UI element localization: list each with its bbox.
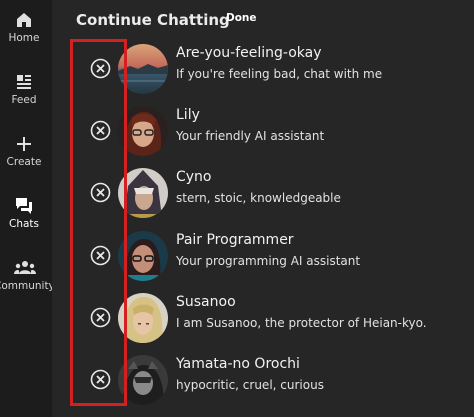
blond-warrior-avatar bbox=[118, 293, 168, 343]
close-circle-icon bbox=[90, 182, 111, 203]
chat-row[interactable]: Yamata-no Orochi hypocritic, cruel, curi… bbox=[84, 351, 474, 413]
close-circle-icon bbox=[90, 58, 111, 79]
app-window: Home Feed Create Chats ommunity Continue… bbox=[0, 0, 474, 417]
nav-label-home: Home bbox=[8, 32, 40, 44]
remove-chat-button[interactable] bbox=[90, 245, 111, 266]
chat-description: Your programming AI assistant bbox=[176, 254, 361, 268]
remove-chat-button[interactable] bbox=[90, 369, 111, 390]
remove-chat-button[interactable] bbox=[90, 182, 111, 203]
close-circle-icon bbox=[90, 245, 111, 266]
feed-icon bbox=[14, 72, 34, 92]
chat-row[interactable]: Susanoo I am Susanoo, the protector of H… bbox=[84, 289, 474, 351]
community-icon bbox=[14, 258, 36, 278]
nav-item-home[interactable]: Home bbox=[0, 10, 52, 58]
chat-name: Are-you-feeling-okay bbox=[176, 45, 322, 61]
chat-name: Cyno bbox=[176, 169, 212, 185]
woman-with-glasses-teal-avatar bbox=[118, 231, 168, 281]
chat-row[interactable]: Pair Programmer Your programming AI assi… bbox=[84, 227, 474, 289]
close-circle-icon bbox=[90, 307, 111, 328]
nav-item-chats[interactable]: Chats bbox=[0, 196, 52, 244]
chat-description: I am Susanoo, the protector of Heian-kyo… bbox=[176, 316, 427, 330]
chat-row[interactable]: Cyno stern, stoic, knowledgeable bbox=[84, 164, 474, 226]
chat-bubbles-icon bbox=[14, 196, 34, 216]
sunset-landscape-avatar bbox=[118, 44, 168, 94]
woman-with-glasses-avatar bbox=[118, 106, 168, 156]
plus-icon bbox=[14, 134, 34, 154]
chat-row[interactable]: Are-you-feeling-okay If you're feeling b… bbox=[84, 40, 474, 102]
dark-creature-avatar bbox=[118, 355, 168, 405]
sidebar-nav: Home Feed Create Chats ommunity bbox=[0, 0, 52, 417]
chat-name: Susanoo bbox=[176, 294, 236, 310]
chat-description: stern, stoic, knowledgeable bbox=[176, 191, 341, 205]
done-button[interactable]: Done bbox=[226, 12, 257, 24]
chat-description: If you're feeling bad, chat with me bbox=[176, 67, 383, 81]
page-title: Continue Chatting bbox=[76, 11, 230, 29]
remove-chat-button[interactable] bbox=[90, 120, 111, 141]
chat-name: Lily bbox=[176, 107, 200, 123]
home-icon bbox=[14, 10, 34, 30]
remove-chat-button[interactable] bbox=[90, 58, 111, 79]
nav-item-community[interactable]: Community bbox=[0, 258, 52, 306]
close-circle-icon bbox=[90, 120, 111, 141]
nav-label-create: Create bbox=[6, 156, 42, 168]
nav-label-feed: Feed bbox=[11, 94, 37, 106]
nav-label-chats: Chats bbox=[8, 218, 39, 230]
hooded-character-avatar bbox=[118, 168, 168, 218]
chat-name: Yamata-no Orochi bbox=[176, 356, 300, 372]
chat-description: Your friendly AI assistant bbox=[176, 129, 325, 143]
nav-label-community: Community bbox=[0, 280, 52, 292]
chat-description: hypocritic, cruel, curious bbox=[176, 378, 324, 392]
nav-item-feed[interactable]: Feed bbox=[0, 72, 52, 120]
close-circle-icon bbox=[90, 369, 111, 390]
chat-name: Pair Programmer bbox=[176, 232, 294, 248]
remove-chat-button[interactable] bbox=[90, 307, 111, 328]
chat-row[interactable]: Lily Your friendly AI assistant bbox=[84, 102, 474, 164]
nav-item-create[interactable]: Create bbox=[0, 134, 52, 182]
